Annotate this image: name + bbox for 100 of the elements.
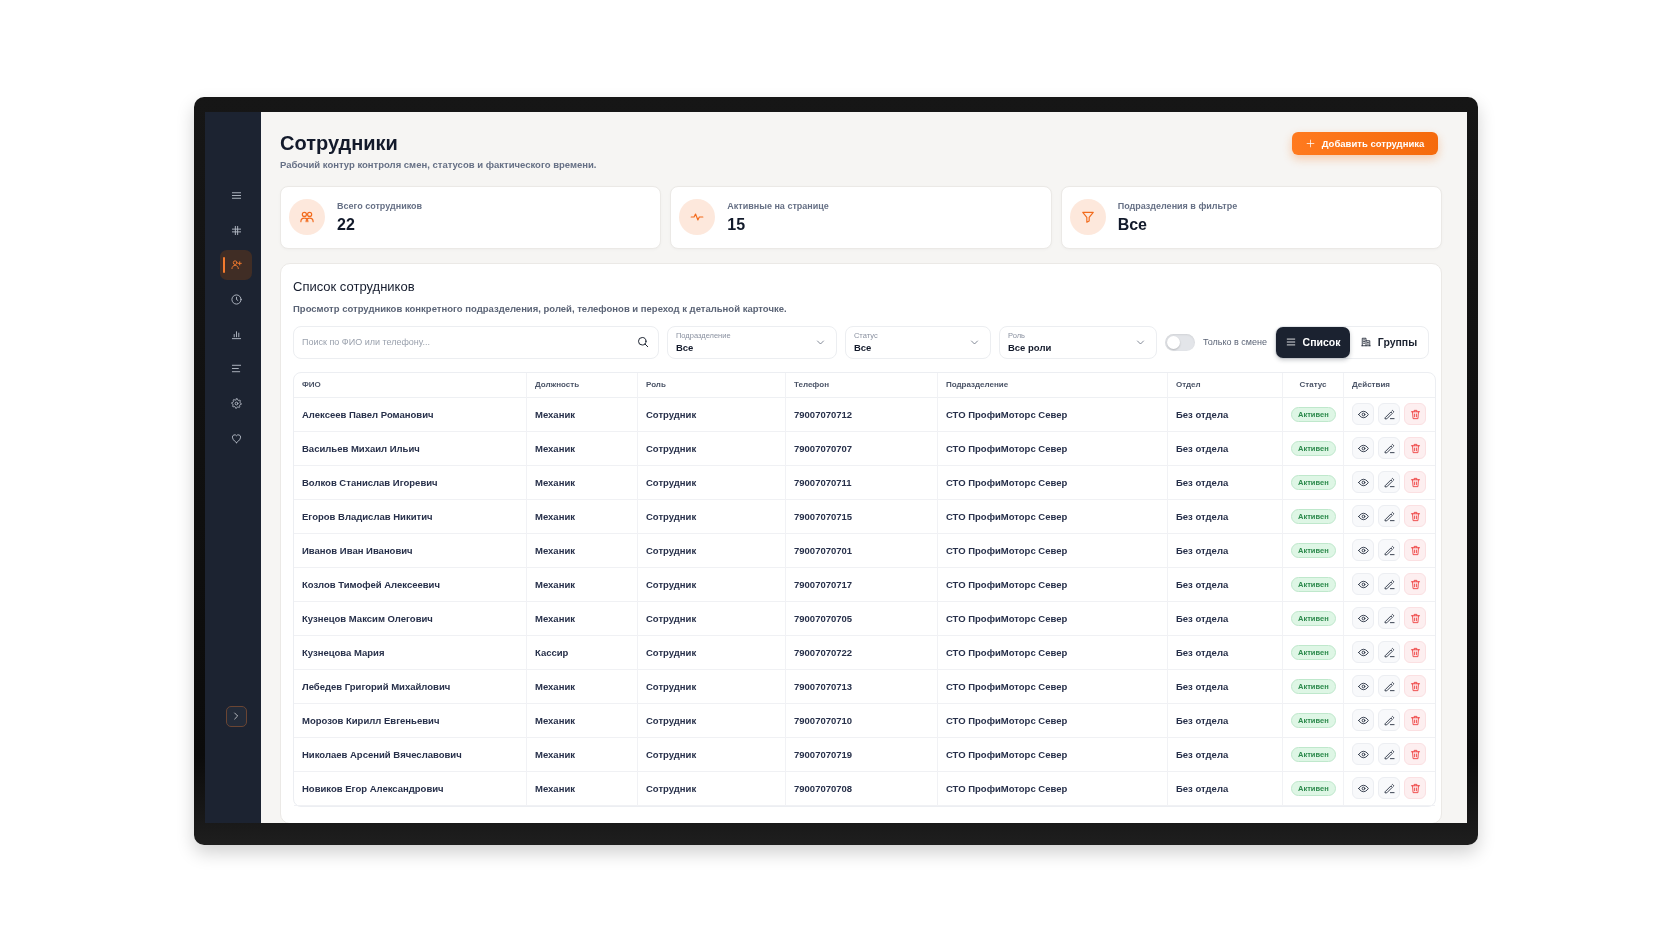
chevron-right-icon bbox=[232, 712, 240, 720]
table-cell: Сотрудник bbox=[638, 567, 786, 602]
column-header: Отдел bbox=[1168, 372, 1283, 398]
search-icon bbox=[636, 336, 649, 348]
view-tab[interactable]: Список bbox=[1276, 326, 1350, 358]
trash-icon bbox=[1409, 782, 1421, 794]
view-button[interactable] bbox=[1352, 709, 1374, 731]
eye-icon bbox=[1357, 578, 1369, 590]
delete-button[interactable] bbox=[1404, 573, 1426, 595]
view-button[interactable] bbox=[1352, 573, 1374, 595]
edit-button[interactable] bbox=[1378, 471, 1400, 493]
users-icon bbox=[289, 199, 325, 235]
table-cell: Волков Станислав Игоревич bbox=[294, 465, 527, 500]
edit-button[interactable] bbox=[1378, 539, 1400, 561]
table-cell: Сотрудник bbox=[638, 431, 786, 466]
delete-button[interactable] bbox=[1404, 505, 1426, 527]
edit-button[interactable] bbox=[1378, 437, 1400, 459]
toggle-switch[interactable] bbox=[1164, 333, 1195, 351]
eye-icon bbox=[1357, 510, 1369, 522]
table-cell: Механик bbox=[527, 703, 638, 738]
table-cell: Васильев Михаил Ильич bbox=[294, 431, 527, 466]
table-cell: СТО ПрофиМоторс Север bbox=[938, 431, 1168, 466]
delete-button[interactable] bbox=[1404, 709, 1426, 731]
table-cell: Без отдела bbox=[1168, 431, 1283, 466]
text-lines-icon bbox=[230, 363, 242, 375]
table-cell: Кассир bbox=[527, 635, 638, 670]
eye-icon bbox=[1357, 680, 1369, 692]
table-cell: 79007070701 bbox=[786, 533, 938, 568]
view-button[interactable] bbox=[1352, 607, 1374, 629]
table-cell: Без отдела bbox=[1168, 771, 1283, 806]
table-cell: Сотрудник bbox=[638, 669, 786, 704]
view-tab[interactable]: Группы bbox=[1350, 326, 1428, 358]
view-button[interactable] bbox=[1352, 437, 1374, 459]
table-cell: Без отдела bbox=[1168, 703, 1283, 738]
edit-button[interactable] bbox=[1378, 709, 1400, 731]
pencil-icon bbox=[1383, 714, 1395, 726]
trash-icon bbox=[1409, 510, 1421, 522]
table-cell: Механик bbox=[527, 771, 638, 806]
table-cell: 79007070708 bbox=[786, 771, 938, 806]
table-cell: Без отдела bbox=[1168, 669, 1283, 704]
table-cell: Без отдела bbox=[1168, 567, 1283, 602]
chevron-down-icon bbox=[969, 337, 979, 347]
table-cell: СТО ПрофиМоторс Север bbox=[938, 567, 1168, 602]
delete-button[interactable] bbox=[1404, 675, 1426, 697]
delete-button[interactable] bbox=[1404, 777, 1426, 799]
edit-button[interactable] bbox=[1378, 573, 1400, 595]
table-cell: Без отдела bbox=[1168, 737, 1283, 772]
table-cell: СТО ПрофиМоторс Север bbox=[938, 771, 1168, 806]
pencil-icon bbox=[1383, 442, 1395, 454]
table-cell: Морозов Кирилл Евгеньевич bbox=[294, 703, 527, 738]
chevron-down-icon bbox=[815, 337, 825, 347]
table-cell: Механик bbox=[527, 601, 638, 636]
table-cell: Без отдела bbox=[1168, 533, 1283, 568]
table-cell: 79007070710 bbox=[786, 703, 938, 738]
delete-button[interactable] bbox=[1404, 641, 1426, 663]
view-button[interactable] bbox=[1352, 641, 1374, 663]
list-icon bbox=[1285, 337, 1296, 347]
search-field[interactable]: Поиск по ФИО или телефону... bbox=[293, 325, 659, 359]
table-cell: СТО ПрофиМоторс Север bbox=[938, 499, 1168, 534]
edit-button[interactable] bbox=[1378, 641, 1400, 663]
table-cell: Сотрудник bbox=[638, 737, 786, 772]
eye-icon bbox=[1357, 612, 1369, 624]
table-cell: Без отдела bbox=[1168, 635, 1283, 670]
view-button[interactable] bbox=[1352, 505, 1374, 527]
pencil-icon bbox=[1383, 680, 1395, 692]
eye-icon bbox=[1357, 476, 1369, 488]
table-cell: Механик bbox=[527, 669, 638, 704]
view-button[interactable] bbox=[1352, 743, 1374, 765]
sidebar-item[interactable] bbox=[220, 249, 252, 280]
delete-button[interactable] bbox=[1404, 437, 1426, 459]
trash-icon bbox=[1409, 578, 1421, 590]
table-cell: Механик bbox=[527, 431, 638, 466]
filter-icon bbox=[1069, 199, 1106, 235]
edit-button[interactable] bbox=[1378, 743, 1400, 765]
menu-icon bbox=[230, 190, 242, 201]
delete-button[interactable] bbox=[1404, 403, 1426, 425]
table-cell: 79007070707 bbox=[786, 431, 938, 466]
stat-label: Всего сотрудников bbox=[337, 200, 423, 212]
table-cell: Механик bbox=[527, 533, 638, 568]
table-cell: СТО ПрофиМоторс Север bbox=[938, 533, 1168, 568]
delete-button[interactable] bbox=[1404, 539, 1426, 561]
delete-button[interactable] bbox=[1404, 471, 1426, 493]
view-button[interactable] bbox=[1352, 675, 1374, 697]
edit-button[interactable] bbox=[1378, 505, 1400, 527]
clock-icon bbox=[230, 294, 242, 306]
trash-icon bbox=[1409, 646, 1421, 658]
view-button[interactable] bbox=[1352, 471, 1374, 493]
delete-button[interactable] bbox=[1404, 743, 1426, 765]
delete-button[interactable] bbox=[1404, 607, 1426, 629]
edit-button[interactable] bbox=[1378, 607, 1400, 629]
eye-icon bbox=[1357, 442, 1369, 454]
view-button[interactable] bbox=[1352, 403, 1374, 425]
table-cell: СТО ПрофиМоторс Север bbox=[938, 397, 1168, 432]
table-cell: Механик bbox=[527, 397, 638, 432]
view-button[interactable] bbox=[1352, 777, 1374, 799]
edit-button[interactable] bbox=[1378, 675, 1400, 697]
table-cell: Механик bbox=[527, 465, 638, 500]
view-button[interactable] bbox=[1352, 539, 1374, 561]
edit-button[interactable] bbox=[1378, 777, 1400, 799]
edit-button[interactable] bbox=[1378, 403, 1400, 425]
